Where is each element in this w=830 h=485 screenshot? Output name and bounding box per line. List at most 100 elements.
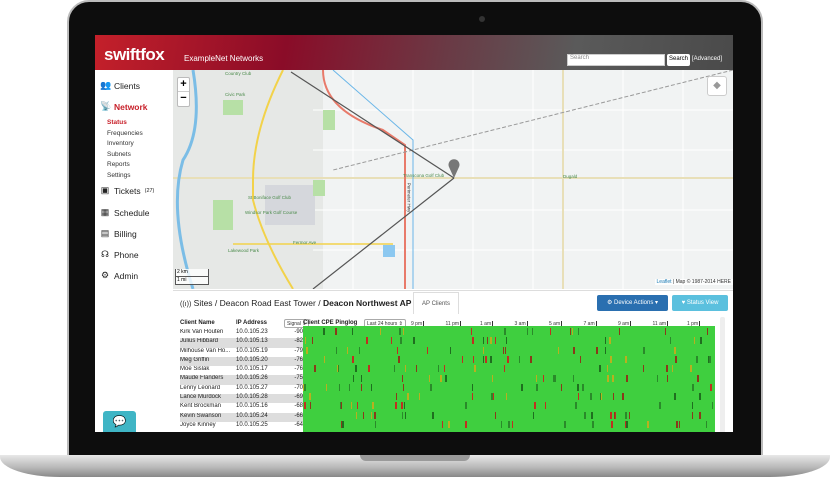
ping-mark xyxy=(371,383,372,391)
ping-mark xyxy=(590,393,592,401)
ping-mark xyxy=(591,411,593,419)
client-name[interactable]: Moe Sislak xyxy=(180,366,236,375)
ping-mark xyxy=(578,393,579,401)
client-name[interactable]: Joyce Kinney xyxy=(180,422,236,431)
ping-mark xyxy=(432,411,434,419)
ping-mark xyxy=(647,421,649,428)
client-name[interactable]: Kirk Van Houten xyxy=(180,329,236,338)
sidebar-item-schedule[interactable]: ▦ Schedule xyxy=(100,207,150,218)
sidebar-item-label: Admin xyxy=(114,270,139,281)
ping-mark xyxy=(543,374,544,382)
network-sub-subnets[interactable]: Subnets xyxy=(107,151,131,158)
ping-mark xyxy=(374,411,376,419)
ping-mark xyxy=(605,346,606,354)
ping-mark xyxy=(355,365,357,373)
table-row[interactable]: Maude Flanders 10.0.105.26 -75 xyxy=(180,375,303,385)
table-row[interactable]: Julius Hibbard 10.0.105.13 -82 xyxy=(180,338,303,348)
layers-icon[interactable]: ◆ xyxy=(707,76,727,96)
ping-mark xyxy=(710,383,712,391)
device-actions-button[interactable]: ⚙ Device Actions ▾ xyxy=(597,295,668,311)
client-name[interactable]: Meg Griffin xyxy=(180,357,236,366)
client-name[interactable]: Milhouse Van Ho... xyxy=(180,348,236,357)
client-name[interactable]: Julius Hibbard xyxy=(180,338,236,347)
sidebar-item-clients[interactable]: 👥 Clients xyxy=(100,80,140,91)
zoom-out-button[interactable]: − xyxy=(178,92,189,106)
chat-button[interactable]: 💬 xyxy=(103,411,136,432)
sidebar-item-network[interactable]: 📡 Network xyxy=(100,101,148,112)
ping-mark xyxy=(530,355,532,363)
users-icon: 👥 xyxy=(100,80,112,90)
network-sub-inventory[interactable]: Inventory xyxy=(107,140,134,147)
table-row[interactable]: Kevin Swanson 10.0.105.24 -66 xyxy=(180,412,303,422)
search-input[interactable]: Search xyxy=(567,54,665,66)
status-view-button[interactable]: ♥ Status View xyxy=(672,295,728,311)
sidebar-item-admin[interactable]: ⚙ Admin xyxy=(100,270,138,281)
col-client-name[interactable]: Client Name xyxy=(180,320,215,326)
ping-mark xyxy=(672,365,673,373)
sidebar-item-label: Tickets xyxy=(114,185,141,196)
signal: -75 xyxy=(294,375,303,382)
zoom-in-button[interactable]: + xyxy=(178,78,189,92)
headset-icon: ☊ xyxy=(101,249,109,259)
ping-mark xyxy=(495,337,496,345)
sidebar: 👥 Clients 📡 Network ▣ Tickets (27) ▦ Schedule ▤ Bi… xyxy=(95,70,173,432)
logo[interactable]: swiftfox xyxy=(104,45,165,65)
table-row[interactable]: Meg Griffin 10.0.105.20 -76 xyxy=(180,356,303,367)
ping-mark xyxy=(487,337,488,345)
sidebar-item-tickets[interactable]: ▣ Tickets (27) xyxy=(100,185,155,196)
ping-mark xyxy=(674,393,676,401)
map-attribution: Leaflet | Map © 1987-2014 HERE xyxy=(654,279,733,285)
ping-mark xyxy=(430,383,432,391)
ip-address: 10.0.105.28 xyxy=(236,394,268,401)
signal: -70 xyxy=(294,384,303,391)
client-name[interactable]: Maude Flanders xyxy=(180,375,236,384)
map[interactable]: + − ◆ Country Club Civic Park Transcona Go… xyxy=(173,70,733,289)
network-sub-settings[interactable]: Settings xyxy=(107,172,131,179)
table-row[interactable]: Lance Murdock 10.0.105.28 -69 xyxy=(180,394,303,404)
breadcrumb-path[interactable]: Sites / Deacon Road East Tower / xyxy=(194,298,323,308)
ping-mark xyxy=(403,383,404,391)
table-row[interactable]: Milhouse Van Ho... 10.0.105.19 -79 xyxy=(180,348,303,357)
signal: -68 xyxy=(294,403,303,410)
client-name[interactable]: Lenny Leonard xyxy=(180,385,236,394)
ping-mark xyxy=(578,328,579,335)
ping-mark xyxy=(582,383,584,391)
sidebar-item-phone[interactable]: ☊ Phone xyxy=(100,249,139,260)
network-sub-reports[interactable]: Reports xyxy=(107,161,130,168)
col-ip-address[interactable]: IP Address xyxy=(236,320,267,326)
sidebar-item-billing[interactable]: ▤ Billing xyxy=(100,228,137,239)
ping-mark xyxy=(342,421,344,428)
ping-mark xyxy=(396,393,397,401)
ping-mark xyxy=(554,374,556,382)
client-name[interactable]: Lance Murdock xyxy=(180,394,236,403)
ping-mark xyxy=(657,374,658,382)
client-name[interactable]: Kevin Swanson xyxy=(180,413,236,422)
table-row[interactable]: Moe Sislak 10.0.105.17 -76 xyxy=(180,366,303,375)
network-sub-status[interactable]: Status xyxy=(107,119,127,126)
ip-address: 10.0.105.26 xyxy=(236,375,268,382)
ping-mark xyxy=(545,402,546,410)
ping-mark xyxy=(368,365,370,373)
sidebar-item-label: Schedule xyxy=(114,207,150,218)
ip-address: 10.0.105.25 xyxy=(236,421,268,428)
search-button[interactable]: Search xyxy=(667,54,691,66)
ping-mark xyxy=(596,346,598,354)
map-label: Country Club xyxy=(225,71,252,76)
network-sub-frequencies[interactable]: Frequencies xyxy=(107,130,143,137)
tower-marker-icon[interactable] xyxy=(448,158,460,178)
table-row[interactable]: Kent Brockman 10.0.105.16 -68 xyxy=(180,403,303,412)
advanced-search-link[interactable]: [Advanced] xyxy=(692,56,722,62)
ping-mark xyxy=(419,393,420,401)
client-name[interactable]: Kent Brockman xyxy=(180,403,236,412)
leaflet-link[interactable]: Leaflet xyxy=(657,279,672,285)
ping-mark xyxy=(674,346,676,354)
table-row[interactable]: Kirk Van Houten 10.0.105.23 -90 xyxy=(180,329,303,338)
scrollbar[interactable] xyxy=(720,317,725,432)
ping-mark xyxy=(352,328,353,335)
ping-mark xyxy=(527,328,528,335)
ping-mark xyxy=(512,421,513,428)
ping-mark xyxy=(609,337,611,345)
table-row[interactable]: Joyce Kinney 10.0.105.25 -64 xyxy=(180,422,303,431)
table-row[interactable]: Lenny Leonard 10.0.105.27 -70 xyxy=(180,385,303,394)
tab-ap-clients[interactable]: AP Clients xyxy=(413,292,459,314)
